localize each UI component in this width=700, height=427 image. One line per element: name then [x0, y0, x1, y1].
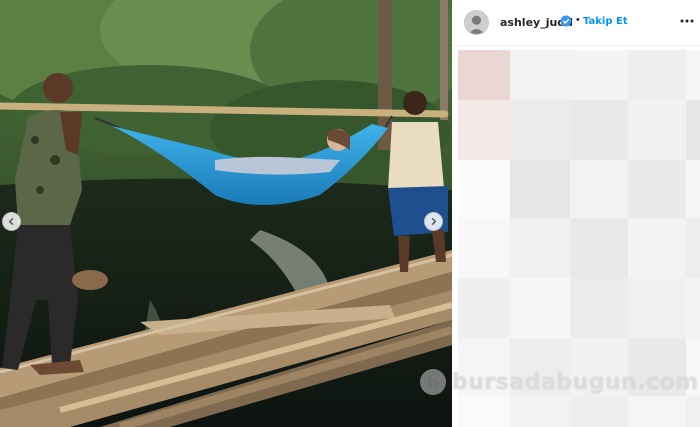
blurred-comment-tile [570, 50, 628, 100]
blurred-comment-tile [510, 50, 570, 100]
blurred-comment-tile [458, 278, 510, 338]
blurred-comments-area [458, 50, 700, 427]
blurred-comment-tile [458, 100, 510, 160]
blurred-comment-tile [510, 160, 570, 218]
blurred-comment-tile [458, 338, 510, 396]
blurred-comment-tile [458, 218, 510, 278]
blurred-comment-tile [570, 218, 628, 278]
blurred-comment-tile [628, 396, 686, 427]
carousel-next-button[interactable] [424, 212, 443, 231]
post-header: ashley_judd • Takip Et [452, 0, 700, 46]
chevron-left-icon [8, 217, 14, 226]
blurred-comment-tile [458, 50, 510, 100]
profile-photo-icon [465, 11, 488, 34]
blurred-comment-tile [570, 338, 628, 396]
blurred-comment-tile [458, 160, 510, 218]
blurred-comment-tile [570, 100, 628, 160]
avatar[interactable] [464, 10, 489, 35]
blurred-comment-tile [570, 396, 628, 427]
blurred-comment-tile [628, 338, 686, 396]
carousel-prev-button[interactable] [2, 212, 21, 231]
more-options-icon[interactable] [680, 18, 694, 24]
blurred-comment-tile [510, 218, 570, 278]
blurred-comment-tile [628, 50, 686, 100]
photo-image [0, 0, 452, 427]
blurred-comment-tile [510, 100, 570, 160]
blurred-comment-tile [686, 338, 700, 396]
chevron-right-icon [431, 217, 437, 226]
post-side-panel: ashley_judd • Takip Et [452, 0, 700, 427]
blurred-comment-tile [628, 278, 686, 338]
blurred-comment-tile [628, 100, 686, 160]
blurred-comment-tile [686, 160, 700, 218]
blurred-comment-tile [570, 278, 628, 338]
blurred-comment-tile [686, 100, 700, 160]
blurred-comment-tile [686, 218, 700, 278]
blurred-comment-tile [570, 160, 628, 218]
blurred-comment-tile [628, 218, 686, 278]
verified-badge-icon [560, 15, 572, 27]
blurred-comment-tile [458, 396, 510, 427]
blurred-comment-tile [686, 396, 700, 427]
blurred-comment-tile [510, 396, 570, 427]
blurred-comment-tile [510, 278, 570, 338]
blurred-comment-tile [686, 50, 700, 100]
separator-dot: • [576, 14, 580, 26]
blurred-comment-tile [510, 338, 570, 396]
blurred-comment-tile [628, 160, 686, 218]
post-photo[interactable] [0, 0, 452, 427]
blurred-comment-tile [686, 278, 700, 338]
follow-button[interactable]: Takip Et [583, 16, 628, 27]
